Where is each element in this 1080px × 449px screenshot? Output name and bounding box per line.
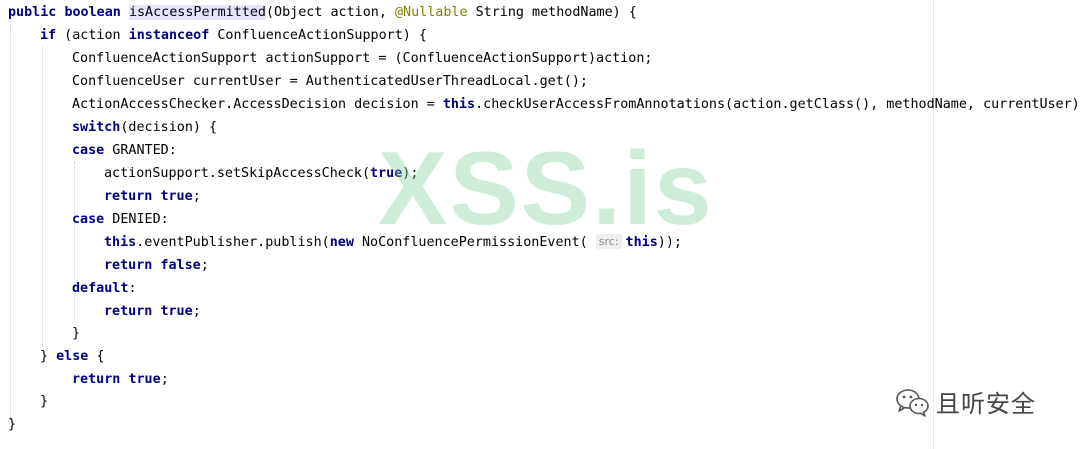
code-line-8[interactable]: actionSupport.setSkipAccessCheck(true); bbox=[104, 162, 418, 185]
parameter-hint: src: bbox=[595, 234, 622, 249]
wechat-icon bbox=[896, 388, 929, 417]
code-line-15[interactable]: } bbox=[72, 322, 80, 345]
indent-guide bbox=[42, 47, 43, 351]
code-line-11[interactable]: this.eventPublisher.publish(new NoConflu… bbox=[104, 231, 682, 254]
code-line-4[interactable]: ConfluenceUser currentUser = Authenticat… bbox=[72, 70, 588, 93]
code-line-3[interactable]: ConfluenceActionSupport actionSupport = … bbox=[72, 47, 652, 70]
code-line-1[interactable]: public boolean isAccessPermitted(Object … bbox=[8, 1, 637, 24]
code-line-14[interactable]: return true; bbox=[104, 300, 201, 323]
code-line-12[interactable]: return false; bbox=[104, 254, 209, 277]
code-line-18[interactable]: } bbox=[40, 390, 48, 413]
code-line-9[interactable]: return true; bbox=[104, 185, 201, 208]
right-margin-line bbox=[933, 0, 934, 449]
brand-badge: 且听安全 bbox=[894, 384, 1036, 419]
method-name[interactable]: isAccessPermitted bbox=[128, 5, 266, 20]
code-line-19[interactable]: } bbox=[8, 413, 16, 436]
code-line-16[interactable]: } else { bbox=[40, 345, 105, 368]
brand-name: 且听安全 bbox=[936, 390, 1036, 418]
code-line-17[interactable]: return true; bbox=[72, 368, 169, 391]
code-line-6[interactable]: switch(decision) { bbox=[72, 116, 217, 139]
code-editor[interactable]: public boolean isAccessPermitted(Object … bbox=[0, 0, 1080, 449]
nullable-annotation: @Nullable bbox=[395, 5, 468, 20]
code-line-7[interactable]: case GRANTED: bbox=[72, 139, 177, 162]
indent-guide bbox=[10, 24, 11, 420]
code-line-13[interactable]: default: bbox=[72, 277, 137, 300]
code-line-2[interactable]: if (action instanceof ConfluenceActionSu… bbox=[40, 24, 427, 47]
code-line-10[interactable]: case DENIED: bbox=[72, 208, 169, 231]
code-line-5[interactable]: ActionAccessChecker.AccessDecision decis… bbox=[72, 93, 1080, 116]
